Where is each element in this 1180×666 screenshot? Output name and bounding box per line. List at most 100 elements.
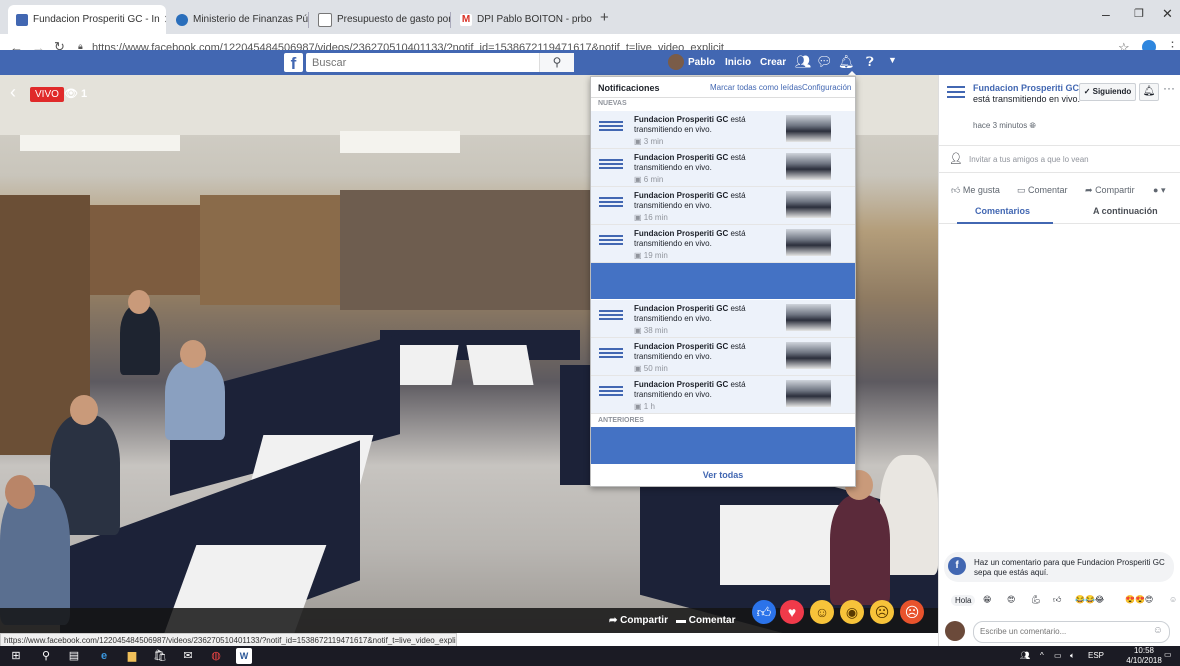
clock-date[interactable]: 4/10/2018 [1118,656,1170,665]
notification-item[interactable]: Fundacion Prosperiti GC está transmitien… [591,338,855,376]
search-input[interactable] [306,53,548,72]
sad-reaction-icon[interactable]: ☹ [870,600,894,624]
video-camera-icon: ▣ [634,251,642,260]
mark-all-read-link[interactable]: Marcar todas como leídas [710,83,802,92]
task-view-icon[interactable]: ▤ [66,648,82,664]
browser-tab[interactable]: M DPI Pablo BOITON - prboiton@g ✕ [452,5,592,34]
edge-browser-icon[interactable]: e [96,648,112,664]
back-chevron-icon[interactable]: ‹ [10,82,16,103]
new-tab-icon[interactable]: + [600,9,609,26]
notification-thumbnail [786,380,831,407]
network-icon[interactable]: ▭ [1054,651,1062,660]
emoji-grin-icon[interactable]: 😁︎ [983,595,991,604]
emoji-more-icon[interactable]: ☺ [1169,595,1177,604]
see-all-link[interactable]: Ver todas [591,470,855,480]
tab-title: Presupuesto de gasto por entidad [337,14,450,25]
help-icon[interactable]: ❓︎ [866,54,874,70]
angry-reaction-icon[interactable]: ☹ [900,600,924,624]
search-icon[interactable]: ⚲ [539,53,574,72]
account-menu-chevron-icon[interactable]: ▼ [888,55,897,65]
emoji-triple-heart-eyes-icon[interactable]: 😍😍😍︎ [1125,595,1153,604]
people-icon[interactable]: 👥︎ [1020,651,1030,660]
store-icon[interactable]: 🛍︎ [152,648,168,664]
comment-button[interactable]: ▬ Comentar [676,615,735,626]
close-window-icon[interactable]: ✕ [1162,6,1173,22]
notification-item[interactable]: Fundacion Prosperiti GC está transmitien… [591,111,855,149]
tab-title: Ministerio de Finanzas Públicas [193,14,308,25]
close-tab-icon[interactable]: ✕ [160,13,166,26]
file-explorer-icon[interactable]: ▆ [124,648,140,664]
chrome-icon[interactable]: ◍ [208,648,224,664]
tab-comments[interactable]: Comentarios [975,206,1030,216]
facebook-logo-icon[interactable]: f [284,53,303,73]
browser-tab[interactable]: Ministerio de Finanzas Públicas ✕ [168,5,308,34]
panel-share-button[interactable]: ➦ Compartir [1085,185,1135,196]
haha-reaction-icon[interactable]: ☺ [810,600,834,624]
wow-reaction-icon[interactable]: ◉ [840,600,864,624]
messenger-hint-icon: f [948,557,966,575]
emoji-triple-laugh-icon[interactable]: 😂😂😂︎ [1075,595,1104,604]
notification-bell-button[interactable]: 🔔︎ [1139,83,1159,101]
word-icon[interactable]: W [236,648,252,664]
messenger-icon[interactable]: 💬︎ [816,54,833,70]
browser-tab[interactable]: Presupuesto de gasto por entidad ✕ [310,5,450,34]
page-name-link[interactable]: Fundacion Prosperiti GC [973,83,1079,93]
volume-icon[interactable]: 🔈︎ [1070,651,1075,661]
clock-time[interactable]: 10:58 [1124,646,1164,655]
notifications-header: Notificaciones Marcar todas como leídas … [591,77,855,98]
emoji-strong-icon[interactable]: 💪︎ [1031,595,1041,604]
notification-item[interactable]: Fundacion Prosperiti GC está transmitien… [591,300,855,338]
quick-reply-hola[interactable]: Hola [951,595,976,606]
notification-item[interactable]: Fundacion Prosperiti GC está transmitien… [591,149,855,187]
panel-comment-button[interactable]: ▭ Comentar [1017,185,1068,196]
search-icon[interactable]: ⚲ [38,648,54,664]
profile-avatar[interactable] [668,54,684,70]
mail-icon[interactable]: ✉ [180,648,196,664]
tray-chevron-icon[interactable]: ^ [1040,651,1044,660]
minimize-icon[interactable]: – [1102,6,1110,22]
comment-hint: f Haz un comentario para que Fundacion P… [944,552,1174,582]
notification-item[interactable]: Fundacion Prosperiti GC está transmitien… [591,187,855,225]
more-options-icon[interactable]: ··· [1163,81,1175,95]
notification-item[interactable]: Fundacion Prosperiti GC está transmitien… [591,225,855,263]
notification-center-icon[interactable]: ▭ [1164,650,1172,659]
page-logo-icon [596,157,626,179]
profile-link[interactable]: Pablo [688,57,715,68]
notification-page-name: Fundacion Prosperiti GC [634,380,729,389]
video-camera-icon: ▣ [634,175,642,184]
reaction-avatar-picker[interactable]: ● ▾ [1153,185,1165,196]
video-camera-icon: ▣ [634,137,642,146]
like-button[interactable]: 👍︎ Me gusta [951,185,1000,196]
emoji-thumbs-up-icon[interactable]: 👍︎ [1053,595,1061,605]
notification-thumbnail [786,115,831,142]
following-button[interactable]: ✓ Siguiendo [1079,83,1136,101]
emoji-picker-icon[interactable]: ☺ [1153,625,1163,636]
friend-requests-icon[interactable]: 👥︎ [795,54,812,70]
share-button[interactable]: ➦ Compartir [609,615,668,626]
eye-icon: 👁︎ [64,88,78,100]
notification-placeholder [591,263,855,299]
notifications-bell-icon[interactable]: 🔔︎ [836,52,855,73]
notification-item[interactable]: Fundacion Prosperiti GC está transmitien… [591,376,855,414]
invite-friends-row[interactable]: 👤︎ Invitar a tus amigos a que lo vean [939,145,1180,173]
language-indicator[interactable]: ESP [1088,651,1104,660]
settings-link[interactable]: Configuración [802,83,851,92]
gmail-favicon-icon: M [460,13,472,26]
like-reaction-icon[interactable]: 👍︎ [752,600,776,624]
tab-separator [308,12,309,28]
create-link[interactable]: Crear [760,57,786,68]
page-logo-icon [596,346,626,368]
notification-time: 1 h [643,402,655,411]
home-link[interactable]: Inicio [725,57,751,68]
page-logo-icon[interactable] [945,83,967,105]
love-reaction-icon[interactable]: ♥ [780,600,804,624]
windows-start-icon[interactable]: ⊞ [8,648,24,664]
restore-icon[interactable]: ❐ [1134,7,1144,20]
video-action-bar: ➦ Compartir ▬ Comentar 👍︎ ♥ ☺ ◉ ☹ ☹ [0,600,938,633]
tab-next[interactable]: A continuación [1093,206,1158,216]
emoji-heart-eyes-icon[interactable]: 😍︎ [1007,595,1015,604]
comment-input[interactable] [974,622,1156,640]
globe-favicon-icon [176,13,188,26]
post-time[interactable]: hace 3 minutos [973,121,1027,130]
browser-tab-active[interactable]: Fundacion Prosperiti GC - In ✕ [8,5,166,34]
